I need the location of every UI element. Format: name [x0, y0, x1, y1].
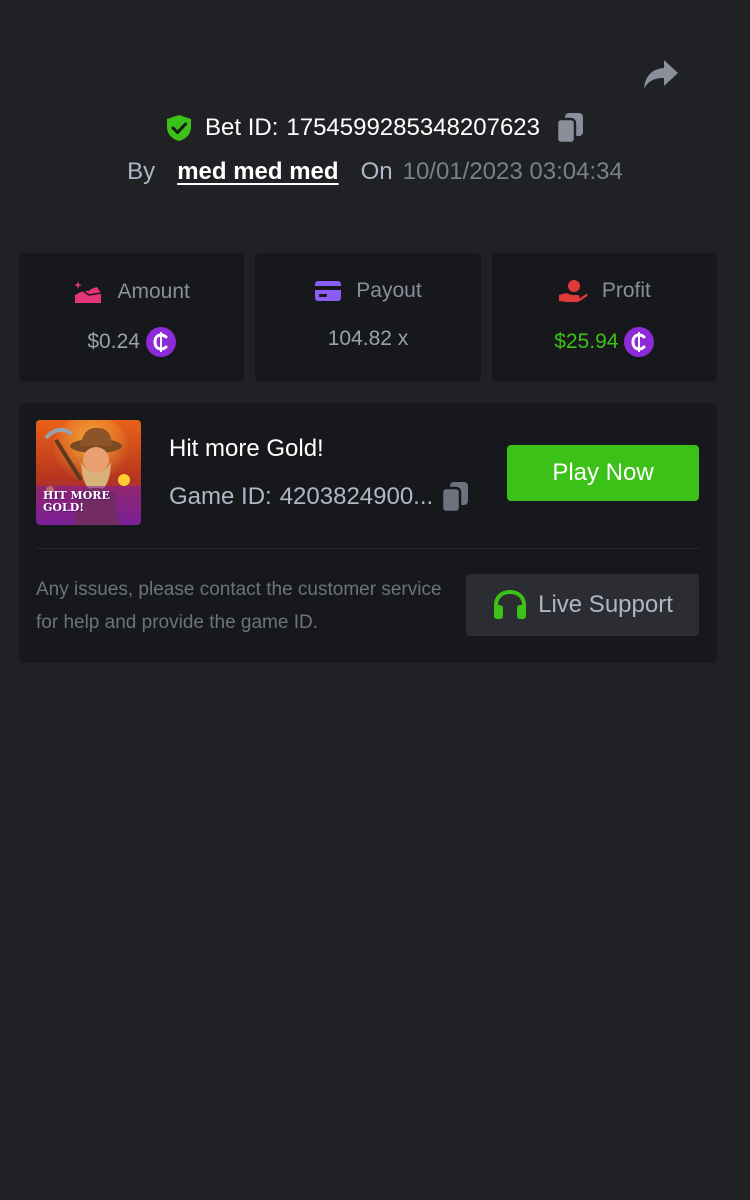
- profit-label: Profit: [601, 279, 651, 302]
- game-title: Hit more Gold!: [169, 435, 324, 462]
- profit-card: Profit $25.94: [491, 253, 717, 382]
- live-support-button[interactable]: Live Support: [466, 574, 699, 636]
- game-card: HIT MORE GOLD! Hit more Gold! Game ID: 4…: [19, 403, 717, 663]
- live-support-label: Live Support: [538, 591, 673, 618]
- copy-game-id-icon[interactable]: [441, 481, 469, 513]
- copy-bet-id-icon[interactable]: [555, 112, 584, 144]
- play-now-button[interactable]: Play Now: [507, 445, 699, 501]
- amount-card: Amount $0.24: [19, 253, 245, 382]
- thumb-title-line2: GOLD!: [43, 501, 85, 514]
- by-label: By: [127, 158, 156, 185]
- game-id-label: Game ID:: [169, 483, 272, 510]
- coin-icon: [624, 327, 655, 357]
- bet-datetime: 10/01/2023 03:04:34: [402, 158, 623, 185]
- game-id-value: 4203824900...: [279, 483, 434, 510]
- bet-meta-row: By med med med On 10/01/2023 03:04:34: [0, 152, 750, 192]
- username-link[interactable]: med med med: [177, 158, 338, 186]
- support-help-text: Any issues, please contact the customer …: [36, 579, 442, 633]
- card-icon: [315, 281, 342, 301]
- divider: [36, 548, 700, 549]
- share-icon: [644, 60, 678, 89]
- coin-icon: [145, 327, 176, 357]
- on-label: On: [360, 158, 393, 185]
- verified-shield-icon: [167, 115, 192, 141]
- share-button[interactable]: [642, 58, 680, 92]
- amount-value: $0.24: [87, 330, 140, 353]
- payout-value: 104.82 x: [327, 327, 409, 350]
- bet-id-row: Bet ID: 1754599285348207623: [0, 108, 750, 148]
- profit-value: $25.94: [554, 330, 619, 353]
- headset-icon: [494, 589, 527, 619]
- payout-label: Payout: [356, 279, 422, 302]
- bet-id-label: Bet ID:: [205, 114, 279, 141]
- coins-hand-icon: [74, 281, 102, 303]
- game-thumbnail[interactable]: HIT MORE GOLD!: [36, 420, 141, 525]
- game-id-row: Game ID: 4203824900...: [169, 481, 469, 513]
- bet-id-value: 1754599285348207623: [286, 114, 540, 141]
- payout-card: Payout 104.82 x: [255, 253, 481, 382]
- amount-label: Amount: [117, 280, 190, 303]
- bet-stats: Amount $0.24 Payout 104.82 x Profit $25.…: [19, 253, 717, 382]
- hand-coin-icon: [558, 280, 588, 302]
